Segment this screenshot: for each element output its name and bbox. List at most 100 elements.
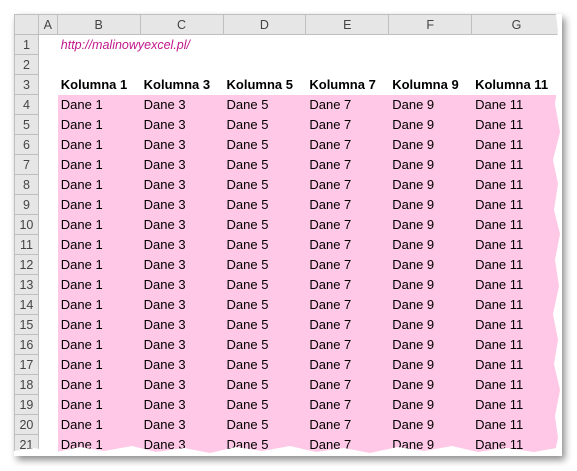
column-title-cell[interactable]: Kolumna 9 xyxy=(388,74,473,95)
data-cell[interactable]: Dane 3 xyxy=(139,134,224,155)
data-cell[interactable]: Dane 3 xyxy=(139,234,224,255)
data-cell[interactable]: Dane 1 xyxy=(56,214,141,235)
select-all-corner[interactable] xyxy=(14,14,39,35)
data-cell[interactable]: Dane 1 xyxy=(56,94,141,115)
data-cell[interactable]: Dane 1 xyxy=(56,394,141,415)
data-cell[interactable]: Dane 9 xyxy=(388,234,473,255)
cell[interactable] xyxy=(37,214,58,235)
cell[interactable] xyxy=(222,54,307,75)
cell[interactable] xyxy=(305,54,390,75)
column-header-b[interactable]: B xyxy=(56,14,141,35)
row-header[interactable]: 18 xyxy=(14,374,39,395)
row-header[interactable]: 7 xyxy=(14,154,39,175)
column-header-f[interactable]: F xyxy=(388,14,473,35)
data-cell[interactable]: Dane 3 xyxy=(139,314,224,335)
cell[interactable] xyxy=(37,334,58,355)
data-cell[interactable]: Dane 5 xyxy=(222,374,307,395)
data-cell[interactable]: Dane 7 xyxy=(305,374,390,395)
cell[interactable] xyxy=(37,54,58,75)
data-cell[interactable]: Dane 7 xyxy=(305,154,390,175)
row-header[interactable]: 8 xyxy=(14,174,39,195)
data-cell[interactable]: Dane 9 xyxy=(388,354,473,375)
row-header[interactable]: 13 xyxy=(14,274,39,295)
data-cell[interactable]: Dane 1 xyxy=(56,154,141,175)
data-cell[interactable]: Dane 5 xyxy=(222,294,307,315)
data-cell[interactable]: Dane 5 xyxy=(222,254,307,275)
row-header[interactable]: 6 xyxy=(14,134,39,155)
data-cell[interactable]: Dane 5 xyxy=(222,274,307,295)
data-cell[interactable]: Dane 7 xyxy=(305,134,390,155)
data-cell[interactable]: Dane 5 xyxy=(222,394,307,415)
data-cell[interactable]: Dane 3 xyxy=(139,194,224,215)
row-header[interactable]: 3 xyxy=(14,74,39,95)
data-cell[interactable]: Dane 7 xyxy=(305,394,390,415)
column-header-c[interactable]: C xyxy=(139,14,224,35)
data-cell[interactable]: Dane 7 xyxy=(305,214,390,235)
column-header-d[interactable]: D xyxy=(222,14,307,35)
data-cell[interactable]: Dane 1 xyxy=(56,114,141,135)
cell[interactable] xyxy=(37,34,58,55)
data-cell[interactable]: Dane 5 xyxy=(222,334,307,355)
row-header[interactable]: 11 xyxy=(14,234,39,255)
data-cell[interactable]: Dane 7 xyxy=(305,94,390,115)
cell[interactable] xyxy=(56,54,141,75)
data-cell[interactable]: Dane 5 xyxy=(222,194,307,215)
data-cell[interactable]: Dane 5 xyxy=(222,234,307,255)
data-cell[interactable]: Dane 5 xyxy=(222,354,307,375)
data-cell[interactable]: Dane 1 xyxy=(56,274,141,295)
data-cell[interactable]: Dane 3 xyxy=(139,214,224,235)
data-cell[interactable]: Dane 7 xyxy=(305,414,390,435)
data-cell[interactable]: Dane 7 xyxy=(305,194,390,215)
data-cell[interactable]: Dane 7 xyxy=(305,334,390,355)
data-cell[interactable]: Dane 5 xyxy=(222,314,307,335)
row-header[interactable]: 17 xyxy=(14,354,39,375)
cell[interactable] xyxy=(37,234,58,255)
row-header[interactable]: 10 xyxy=(14,214,39,235)
row-header[interactable]: 2 xyxy=(14,54,39,75)
row-header[interactable]: 9 xyxy=(14,194,39,215)
data-cell[interactable]: Dane 7 xyxy=(305,354,390,375)
data-cell[interactable]: Dane 9 xyxy=(388,394,473,415)
data-cell[interactable]: Dane 3 xyxy=(139,334,224,355)
data-cell[interactable]: Dane 9 xyxy=(388,294,473,315)
data-cell[interactable]: Dane 9 xyxy=(388,374,473,395)
row-header[interactable]: 15 xyxy=(14,314,39,335)
data-cell[interactable]: Dane 1 xyxy=(56,354,141,375)
data-cell[interactable]: Dane 7 xyxy=(305,254,390,275)
data-cell[interactable]: Dane 1 xyxy=(56,314,141,335)
data-cell[interactable]: Dane 5 xyxy=(222,154,307,175)
data-cell[interactable]: Dane 9 xyxy=(388,314,473,335)
data-cell[interactable]: Dane 7 xyxy=(305,234,390,255)
cell[interactable] xyxy=(37,254,58,275)
data-cell[interactable]: Dane 1 xyxy=(56,414,141,435)
data-cell[interactable]: Dane 1 xyxy=(56,174,141,195)
data-cell[interactable]: Dane 9 xyxy=(388,334,473,355)
data-cell[interactable]: Dane 9 xyxy=(388,174,473,195)
row-header[interactable]: 14 xyxy=(14,294,39,315)
data-cell[interactable]: Dane 5 xyxy=(222,174,307,195)
cell[interactable] xyxy=(37,354,58,375)
column-header-e[interactable]: E xyxy=(305,14,390,35)
data-cell[interactable]: Dane 7 xyxy=(305,174,390,195)
row-header[interactable]: 12 xyxy=(14,254,39,275)
data-cell[interactable]: Dane 3 xyxy=(139,254,224,275)
data-cell[interactable]: Dane 9 xyxy=(388,154,473,175)
data-cell[interactable]: Dane 7 xyxy=(305,314,390,335)
data-cell[interactable]: Dane 9 xyxy=(388,114,473,135)
row-header[interactable]: 16 xyxy=(14,334,39,355)
data-cell[interactable]: Dane 5 xyxy=(222,134,307,155)
cell[interactable] xyxy=(37,74,58,95)
data-cell[interactable]: Dane 3 xyxy=(139,94,224,115)
row-header[interactable]: 5 xyxy=(14,114,39,135)
data-cell[interactable]: Dane 5 xyxy=(222,214,307,235)
cell[interactable] xyxy=(37,394,58,415)
data-cell[interactable]: Dane 1 xyxy=(56,134,141,155)
data-cell[interactable]: Dane 3 xyxy=(139,274,224,295)
data-cell[interactable]: Dane 9 xyxy=(388,274,473,295)
cell[interactable] xyxy=(37,274,58,295)
hyperlink-cell[interactable]: http://malinowyexcel.pl/ xyxy=(56,34,562,55)
data-cell[interactable]: Dane 7 xyxy=(305,294,390,315)
cell[interactable] xyxy=(37,294,58,315)
row-header[interactable]: 1 xyxy=(14,34,39,55)
cell[interactable] xyxy=(37,94,58,115)
